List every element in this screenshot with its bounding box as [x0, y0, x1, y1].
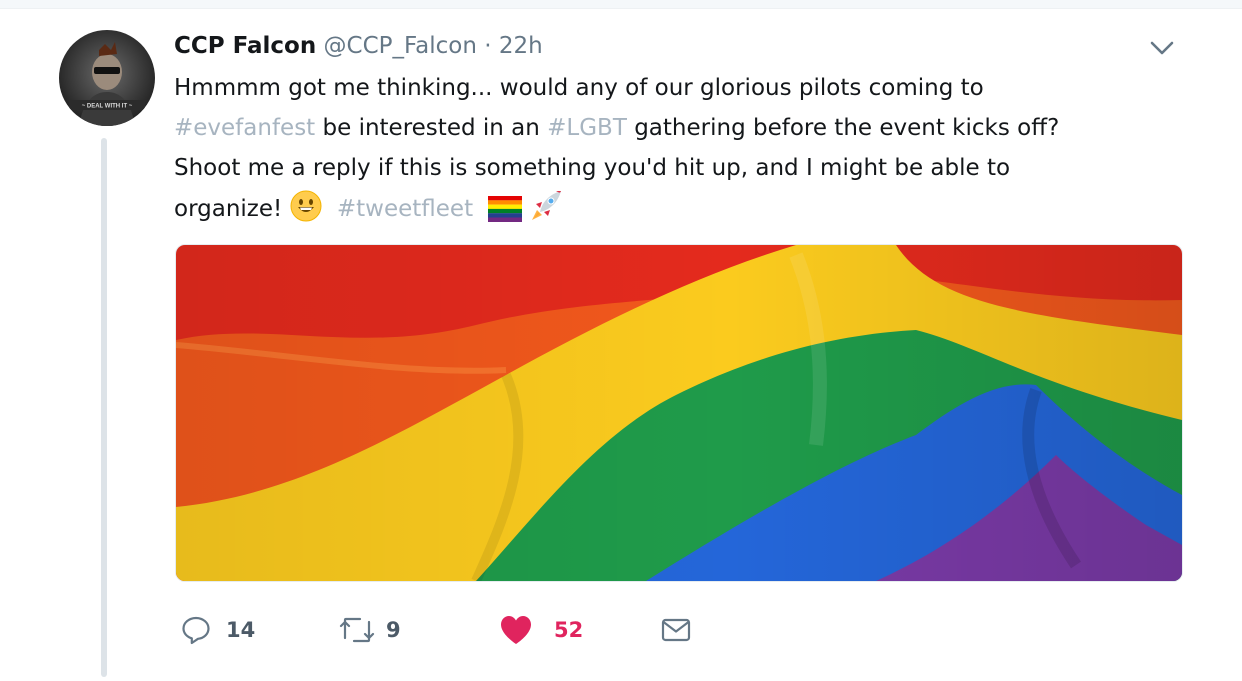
- avatar-caption: ~ DEAL WITH IT ~: [82, 104, 133, 110]
- tweet-header: CCP Falcon @CCP_Falcon · 22h: [174, 30, 543, 62]
- retweet-count: 9: [386, 618, 401, 642]
- separator-dot: ·: [484, 33, 492, 59]
- like-count: 52: [554, 618, 584, 642]
- direct-message-button[interactable]: [660, 610, 692, 650]
- tweet-text-line: Shoot me a reply if this is something yo…: [174, 155, 1011, 181]
- timeline-top-band: [0, 0, 1242, 9]
- chevron-down-icon: [1150, 41, 1174, 55]
- retweet-icon: [339, 617, 375, 643]
- hashtag-tweetfleet[interactable]: #tweetfleet: [337, 196, 473, 222]
- tweet-text-line: organize! #tweetfleet: [174, 188, 1204, 235]
- hashtag-evefanfest[interactable]: #evefanfest: [174, 115, 315, 141]
- reply-icon: [182, 616, 210, 645]
- author-name[interactable]: CCP Falcon: [174, 33, 316, 59]
- tweet-text-line: Hmmmm got me thinking... would any of ou…: [174, 75, 984, 101]
- thread-line: [101, 138, 107, 677]
- grinning-face-icon: [290, 190, 322, 235]
- avatar[interactable]: ~ DEAL WITH IT ~: [59, 30, 155, 126]
- reply-count: 14: [226, 618, 256, 642]
- tweet-text-segment: organize!: [174, 196, 290, 222]
- retweet-button[interactable]: 9: [338, 610, 401, 650]
- tweet-text-line: #evefanfest be interested in an #LGBT ga…: [174, 108, 1204, 148]
- author-handle[interactable]: @CCP_Falcon: [324, 33, 477, 59]
- timestamp[interactable]: 22h: [499, 33, 543, 59]
- tweet-text-segment: be interested in an: [315, 115, 548, 141]
- more-options-button[interactable]: [1148, 36, 1176, 60]
- avatar-image: ~ DEAL WITH IT ~: [59, 30, 155, 126]
- like-button[interactable]: 52: [498, 610, 583, 650]
- rainbow-flag-icon: [488, 195, 523, 235]
- reply-button[interactable]: 14: [180, 610, 255, 650]
- rainbow-flag-photo: [176, 245, 1182, 581]
- heart-icon: [501, 616, 531, 644]
- rocket-icon: [530, 188, 564, 235]
- tweet-media[interactable]: [175, 244, 1183, 582]
- tweet-text: Hmmmm got me thinking... would any of ou…: [174, 68, 1204, 235]
- envelope-icon: [661, 618, 691, 642]
- hashtag-lgbt[interactable]: #LGBT: [547, 115, 627, 141]
- tweet-text-segment: gathering before the event kicks off?: [626, 115, 1060, 141]
